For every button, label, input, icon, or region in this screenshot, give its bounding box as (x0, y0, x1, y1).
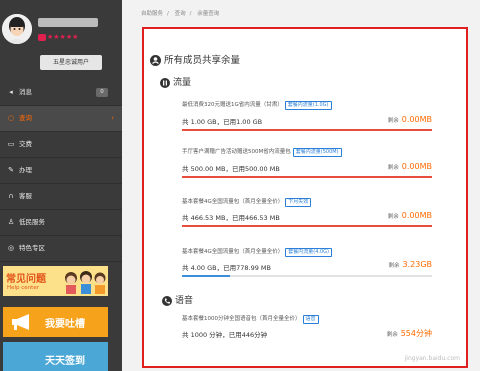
usage-bar (182, 275, 432, 277)
banner-title: 常见问题 (6, 274, 46, 285)
star-rating: ★★★★★ (38, 33, 78, 41)
package-name: 基本套餐4G全国流量包（首月全量全价） (182, 249, 284, 255)
edit-icon: ✎ (8, 166, 14, 174)
usage-bar (182, 129, 432, 131)
sidebar-item-label: 消息 (19, 88, 32, 96)
shared-balance-panel: 所有成员共享余量 流量 最低消费320元赠送1G省内流量（甘肃） 套餐内流量(1.… (142, 27, 468, 368)
message-count-badge: 0 (96, 88, 108, 97)
remaining-value: 0.00MB (401, 115, 432, 124)
sidebar-item-label: 低民服务 (19, 218, 45, 226)
breadcrumb: 自助服务 / 查询 / 余量查询 (141, 11, 220, 17)
section-header: 所有成员共享余量 (150, 52, 240, 66)
package-tag: 语音 (302, 315, 319, 324)
kids-illustration-icon (65, 271, 106, 294)
complain-banner[interactable]: 我要吐槽 (3, 307, 108, 337)
remaining-value: 3.23GB (402, 260, 433, 269)
remaining-value: 0.00MB (401, 162, 432, 171)
username: ********** (38, 18, 98, 27)
sidebar-item-label: 客服 (19, 192, 32, 200)
flow-header: 流量 (160, 75, 191, 88)
banner-title: 天天签到 (45, 356, 85, 367)
usage-text: 共 4.00 GB，已用778.99 MB (182, 264, 271, 272)
profile-panel: ********** ★★★★★ 五星忠诚用户 (0, 0, 122, 78)
stars-text: ★★★★★ (47, 33, 79, 41)
sidebar-item-service[interactable]: ♙ 低民服务 (0, 210, 122, 236)
package-name: 基本套餐4G全国流量包（首月全量全价） (182, 199, 284, 205)
usage-text: 共 466.53 MB，已用466.53 MB (182, 214, 280, 222)
sidebar-item-label: 交费 (19, 140, 32, 148)
package-tag: 套餐内流量(1.0G) (284, 101, 332, 110)
banner-subtitle: Help center (7, 285, 39, 291)
sidebar-item-label: 办理 (19, 166, 32, 174)
flow-title: 流量 (173, 78, 192, 88)
flow-item: 基本套餐4G全国流量包（首月全量全价） 下月失效 共 466.53 MB，已用46… (182, 197, 432, 249)
level-badge-icon (38, 33, 46, 41)
sidebar: ********** ★★★★★ 五星忠诚用户 ◂ 消息 0 ○ 查询 › ▭ 交费 … (0, 0, 122, 371)
package-tag: 套餐内流量(500M) (292, 148, 342, 157)
usage-text: 共 1.00 GB，已用1.00 GB (182, 118, 263, 126)
search-icon: ○ (7, 114, 15, 122)
voice-header: 语音 (162, 293, 193, 306)
breadcrumb-item[interactable]: 查询 (175, 11, 186, 17)
sidebar-item-special[interactable]: ◎ 特色专区 (0, 236, 122, 262)
banner-title: 我要吐槽 (45, 319, 85, 330)
breadcrumb-item-current: 余量查询 (197, 11, 220, 17)
special-icon: ◎ (7, 244, 15, 252)
voice-title: 语音 (175, 296, 194, 306)
flow-item: 基本套餐4G全国流量包（首月全量全价） 套餐内流量(4.0G) 共 4.00 GB… (182, 247, 432, 299)
sidebar-item-label: 查询 (19, 114, 32, 122)
package-tag: 下月失效 (285, 198, 312, 207)
remaining: 剩余 3.23GB (388, 260, 432, 269)
watermark: jingyan.baidu.com (404, 355, 460, 362)
package-name: 最低消费320元赠送1G省内流量（甘肃） (182, 102, 283, 108)
shared-members-icon (150, 55, 161, 66)
sidebar-item-messages[interactable]: ◂ 消息 0 (0, 80, 122, 106)
breadcrumb-item[interactable]: 自助服务 (141, 11, 163, 17)
sidebar-item-customer-service[interactable]: ∩ 客服 (0, 184, 122, 210)
megaphone-icon (12, 314, 29, 330)
flow-item: 最低消费320元赠送1G省内流量（甘肃） 套餐内流量(1.0G) 共 1.00 G… (182, 100, 432, 152)
usage-bar-fill (182, 275, 230, 277)
data-flow-icon (160, 77, 170, 88)
remaining-value: 554分钟 (400, 329, 432, 338)
package-tag: 套餐内流量(4.0G) (285, 248, 332, 257)
avatar[interactable] (2, 14, 32, 44)
sidebar-menu: ◂ 消息 0 ○ 查询 › ▭ 交费 ✎ 办理 ∩ 客服 ♙ 低民服务 ◎ 特色专区 (0, 80, 122, 262)
package-name: 基本套餐1000分钟全国语音包（首月全量全价） (182, 316, 301, 322)
chevron-right-icon: › (111, 114, 114, 122)
package-name: 手厅客户满赠广告活动赠送500M省内流量包 (182, 149, 291, 155)
remaining: 剩余 0.00MB (387, 162, 432, 171)
bell-icon: ◂ (9, 88, 13, 96)
remaining: 剩余 554分钟 (386, 329, 432, 338)
member-level-button[interactable]: 五星忠诚用户 (40, 55, 102, 70)
sidebar-item-query[interactable]: ○ 查询 › (0, 106, 122, 132)
sidebar-item-payment[interactable]: ▭ 交费 (0, 132, 122, 158)
remaining: 剩余 0.00MB (387, 115, 432, 124)
voice-item: 基本套餐1000分钟全国语音包（首月全量全价） 语音 共 1000 分钟，已用44… (182, 314, 432, 354)
sidebar-item-handle[interactable]: ✎ 办理 (0, 158, 122, 184)
payment-icon: ▭ (7, 140, 15, 148)
section-title: 所有成员共享余量 (164, 55, 241, 66)
remaining-value: 0.00MB (401, 211, 432, 220)
checkin-banner[interactable]: 天天签到 (3, 342, 108, 371)
usage-bar (182, 225, 432, 227)
phone-icon (162, 295, 172, 306)
usage-text: 共 500.00 MB，已用500.00 MB (182, 165, 280, 173)
sidebar-item-label: 特色专区 (19, 244, 45, 252)
help-center-banner[interactable]: 常见问题 Help center (3, 266, 108, 296)
flow-item: 手厅客户满赠广告活动赠送500M省内流量包 套餐内流量(500M) 共 500.0… (182, 147, 432, 199)
service-icon: ♙ (7, 218, 15, 226)
headset-icon: ∩ (8, 192, 14, 200)
remaining: 剩余 0.00MB (387, 211, 432, 220)
usage-text: 共 1000 分钟，已用446分钟 (182, 331, 268, 339)
usage-bar (182, 176, 432, 178)
